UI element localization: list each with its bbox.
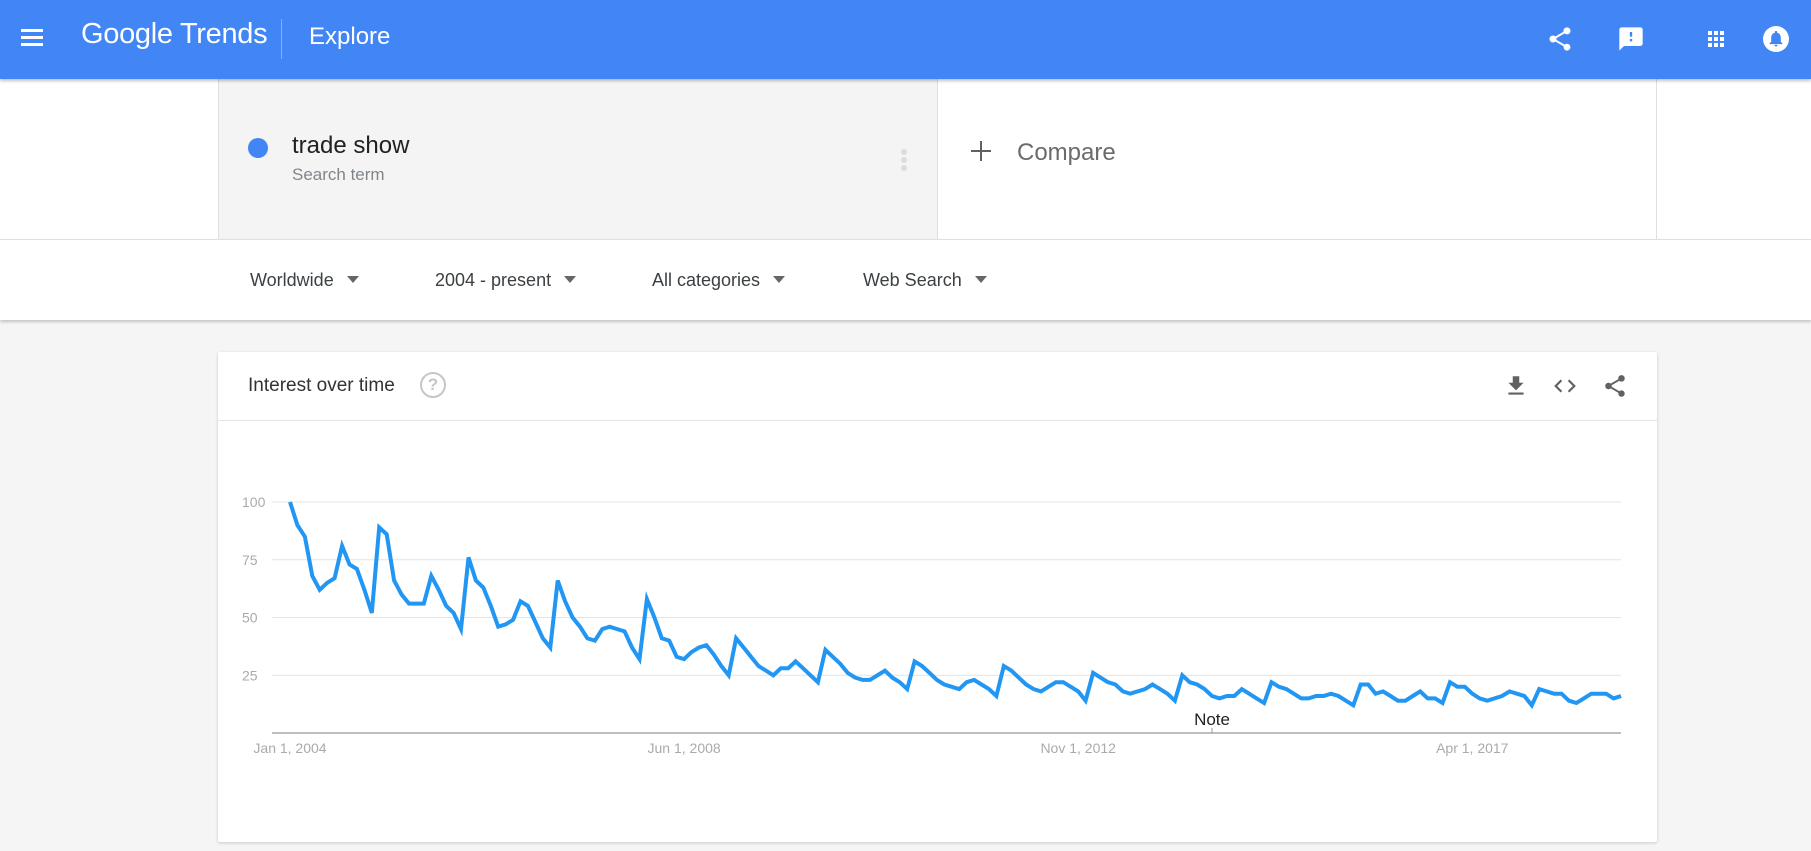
y-tick-label: 100	[242, 494, 266, 510]
filter-search-type[interactable]: Web Search	[863, 270, 987, 291]
menu-icon-bar	[21, 36, 43, 39]
search-term-name[interactable]: trade show	[292, 132, 409, 160]
more-vert-icon	[901, 165, 907, 171]
top-app-bar: Google Trends Explore	[0, 0, 1811, 79]
search-terms-frame: trade show Search term Compare	[0, 79, 1811, 239]
compare-label: Compare	[1017, 139, 1116, 166]
apps-button[interactable]	[1699, 22, 1733, 56]
filter-category-label: All categories	[652, 270, 761, 290]
more-vert-icon	[901, 149, 907, 155]
page-title: Explore	[309, 23, 391, 50]
interest-over-time-card: Interest over time ? 25 50 75 100 Jan 1, 20…	[218, 352, 1657, 842]
filter-location[interactable]: Worldwide	[250, 270, 359, 291]
feedback-button[interactable]	[1614, 22, 1648, 56]
dropdown-arrow-icon	[773, 276, 786, 283]
more-options-button[interactable]	[901, 149, 907, 171]
apps-icon	[1708, 31, 1724, 47]
main-menu-button[interactable]	[20, 27, 46, 49]
share-icon	[1549, 27, 1571, 51]
y-tick-label: 50	[242, 610, 258, 626]
google-trends-logo[interactable]: Google Trends	[81, 18, 268, 51]
x-tick-label: Jun 1, 2008	[648, 740, 721, 756]
x-tick-label: Apr 1, 2017	[1436, 740, 1509, 756]
x-tick-label: Jan 1, 2004	[253, 740, 326, 756]
filter-time-range[interactable]: 2004 - present	[435, 270, 577, 291]
more-vert-icon	[901, 157, 907, 163]
y-tick-label: 75	[242, 552, 258, 568]
notifications-icon	[1763, 26, 1789, 52]
search-term-card[interactable]: trade show Search term	[218, 79, 937, 239]
note-annotation[interactable]: Note	[1194, 710, 1230, 729]
search-term-type: Search term	[292, 165, 385, 184]
feedback-icon	[1619, 27, 1643, 51]
interest-chart[interactable]: 25 50 75 100 Jan 1, 2004 Jun 1, 2008 Nov 1, 2…	[218, 352, 1657, 842]
filter-search-type-label: Web Search	[863, 270, 962, 290]
filter-category[interactable]: All categories	[652, 270, 786, 291]
share-button[interactable]	[1543, 22, 1577, 56]
header-divider	[281, 19, 282, 59]
filter-bar: Worldwide 2004 - present All categories …	[0, 239, 1811, 320]
plus-icon	[971, 141, 991, 161]
menu-icon-bar	[21, 43, 43, 46]
dropdown-arrow-icon	[346, 276, 359, 283]
x-tick-label: Nov 1, 2012	[1040, 740, 1116, 756]
dropdown-arrow-icon	[974, 276, 987, 283]
y-tick-label: 25	[242, 667, 258, 683]
notifications-button[interactable]	[1759, 22, 1793, 56]
dropdown-arrow-icon	[564, 276, 577, 283]
filter-location-label: Worldwide	[250, 270, 334, 290]
menu-icon-bar	[21, 29, 43, 32]
filter-time-range-label: 2004 - present	[435, 270, 552, 290]
term-color-dot	[248, 138, 268, 158]
compare-button[interactable]: Compare	[937, 79, 1657, 239]
